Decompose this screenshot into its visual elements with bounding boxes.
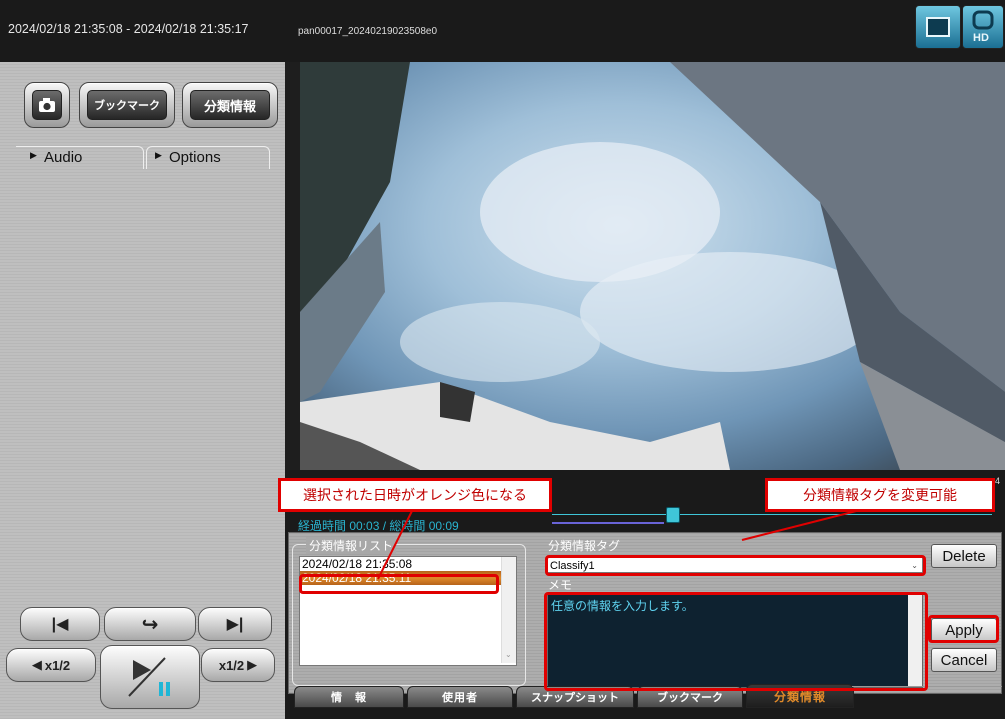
highlight-memo	[544, 592, 928, 691]
highlight-apply	[928, 615, 999, 643]
highlight-tag-select	[545, 555, 926, 576]
callout-tag-changeable: 分類情報タグを変更可能	[765, 478, 995, 512]
callout-selected-orange: 選択された日時がオレンジ色になる	[278, 478, 552, 512]
highlight-selected-item	[299, 574, 499, 594]
